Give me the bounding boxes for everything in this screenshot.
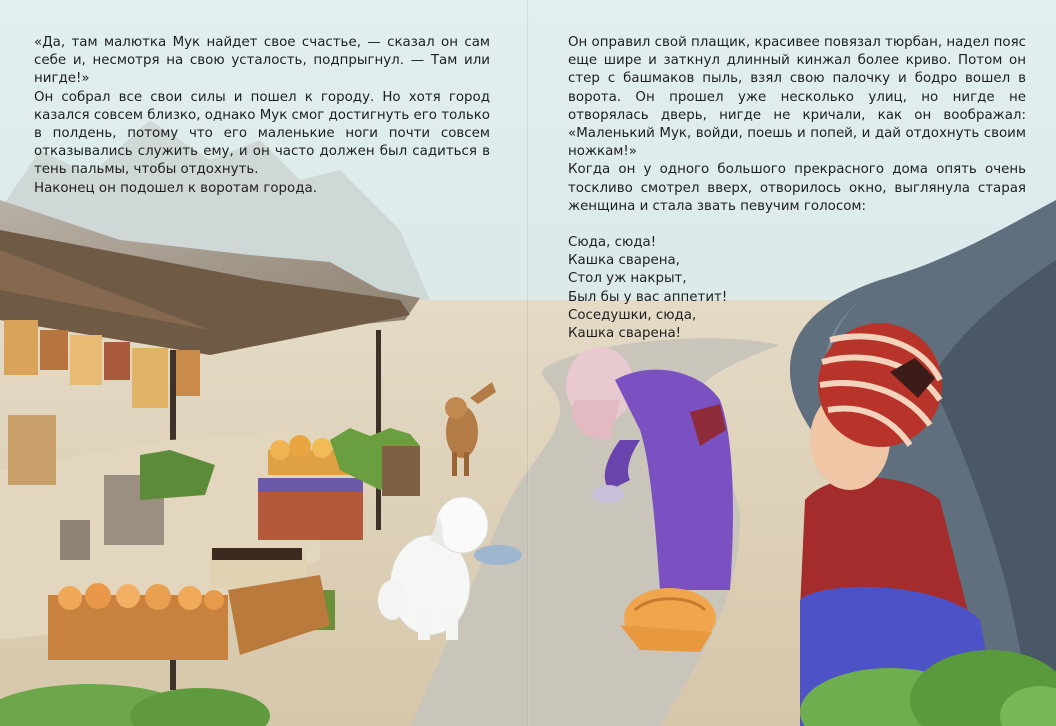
- poem-line: Кашка сварена,: [568, 253, 680, 269]
- left-paragraph-1: «Да, там малютка Мук найдет свое счастье…: [34, 35, 490, 87]
- poem-line: Стол уж накрыт,: [568, 271, 687, 287]
- right-paragraph-2: Когда он у одного большого прекрасного д…: [568, 162, 1026, 214]
- right-paragraph-1: Он оправил свой плащик, красивее повязал…: [568, 35, 1026, 160]
- page-gutter: [527, 0, 529, 726]
- poem-line: Кашка сварена!: [568, 326, 682, 342]
- poem: Сюда, сюда! Кашка сварена, Стол уж накры…: [568, 234, 1026, 343]
- left-paragraph-2: Он собрал все свои силы и пошел к городу…: [34, 89, 490, 178]
- poem-line: Соседушки, сюда,: [568, 307, 697, 323]
- left-paragraph-3: Наконец он подошел к воротам города.: [34, 180, 317, 196]
- right-page-text: Он оправил свой плащик, красивее повязал…: [568, 34, 1026, 343]
- book-spread: «Да, там малютка Мук найдет свое счастье…: [0, 0, 1056, 726]
- left-page-text: «Да, там малютка Мук найдет свое счастье…: [34, 34, 490, 198]
- poem-line: Сюда, сюда!: [568, 235, 657, 251]
- poem-line: Был бы у вас аппетит!: [568, 289, 728, 305]
